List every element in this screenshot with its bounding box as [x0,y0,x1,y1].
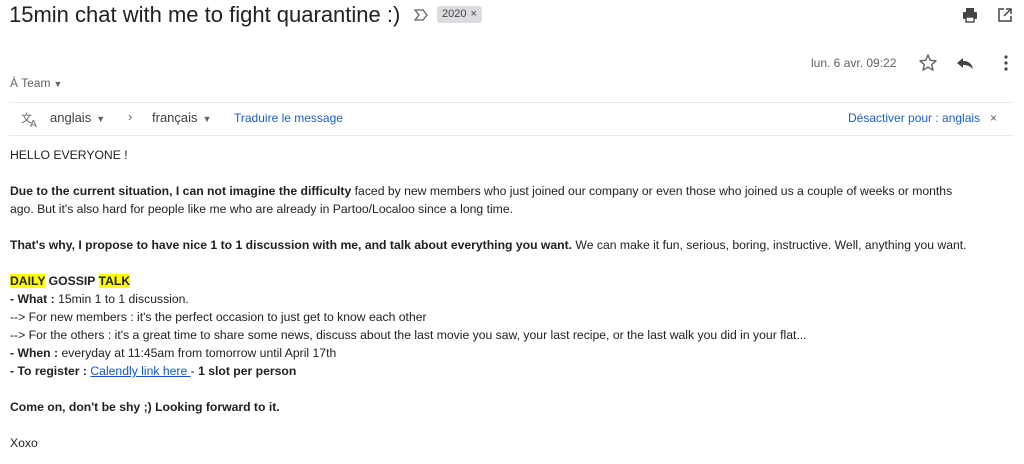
when-label: - When : [10,346,59,360]
message-body: HELLO EVERYONE ! Due to the current situ… [10,146,1020,452]
section-heading: DAILY GOSSIP TALK [10,272,1020,290]
what-line: - What : 15min 1 to 1 discussion. [10,290,1020,308]
label-remove-icon[interactable]: × [470,8,476,20]
translate-message-link[interactable]: Traduire le message [234,111,343,125]
recipient-label: À Team [10,76,51,90]
open-in-new-window-icon[interactable] [996,6,1014,24]
proposal-bold: That's why, I propose to have nice 1 to … [10,238,573,252]
intro-bold: Due to the current situation, I can not … [10,184,352,198]
source-language-dropdown[interactable]: anglais ▼ [50,110,105,125]
intro-line-2: ago. But it's also hard for people like … [10,202,513,216]
calendly-link[interactable]: Calendly link here [90,364,190,378]
greeting: HELLO EVERYONE ! [10,148,128,162]
label-chip-2020[interactable]: 2020 × [437,6,482,23]
important-marker-icon[interactable] [412,6,430,24]
message-date: lun. 6 avr. 09:22 [811,56,897,70]
register-slot: 1 slot per person [198,364,297,378]
heading-talk: TALK [98,274,131,288]
disable-translation-link[interactable]: Désactiver pour : anglais [848,111,980,125]
others-line: --> For the others : it's a great time t… [10,328,807,342]
source-language-label: anglais [50,110,92,125]
label-chip-text: 2020 [442,8,467,20]
chevron-right-icon: › [128,109,133,124]
email-subject: 15min chat with me to fight quarantine :… [9,2,401,27]
paragraph-proposal: That's why, I propose to have nice 1 to … [10,236,1020,254]
register-line: - To register : Calendly link here - 1 s… [10,362,1020,380]
heading-gossip: GOSSIP [45,274,99,288]
when-line: - When : everyday at 11:45am from tomorr… [10,344,1020,362]
heading-daily: DAILY [10,274,46,288]
paragraph-intro: Due to the current situation, I can not … [10,182,1020,200]
close-icon[interactable]: × [990,111,997,125]
closing-line: Come on, don't be shy ;) Looking forward… [10,398,1020,416]
target-language-label: français [152,110,198,125]
more-vertical-icon[interactable] [996,53,1016,73]
chevron-down-icon: ▼ [202,114,212,124]
target-language-dropdown[interactable]: français ▼ [152,110,211,125]
what-label: - What : [10,292,55,306]
recipient-dropdown[interactable]: À Team ▼ [10,76,62,90]
chevron-down-icon: ▼ [53,79,63,89]
intro-text: faced by new members who just joined our… [351,184,953,198]
reply-icon[interactable] [955,53,975,73]
svg-text:A: A [30,119,37,129]
star-icon[interactable] [918,53,938,73]
register-label: - To register : [10,364,87,378]
new-members-line: --> For new members : it's the perfect o… [10,310,427,324]
when-value: everyday at 11:45am from tomorrow until … [58,346,337,360]
chevron-down-icon: ▼ [96,114,106,124]
print-icon[interactable] [961,6,979,24]
signoff: Xoxo [10,436,38,450]
translate-icon: 文 A [20,109,40,130]
proposal-text: We can make it fun, serious, boring, ins… [572,238,967,252]
what-value: 15min 1 to 1 discussion. [54,292,189,306]
register-separator: - [190,364,199,378]
closing-bold: Come on, don't be shy ;) Looking forward… [10,400,280,414]
